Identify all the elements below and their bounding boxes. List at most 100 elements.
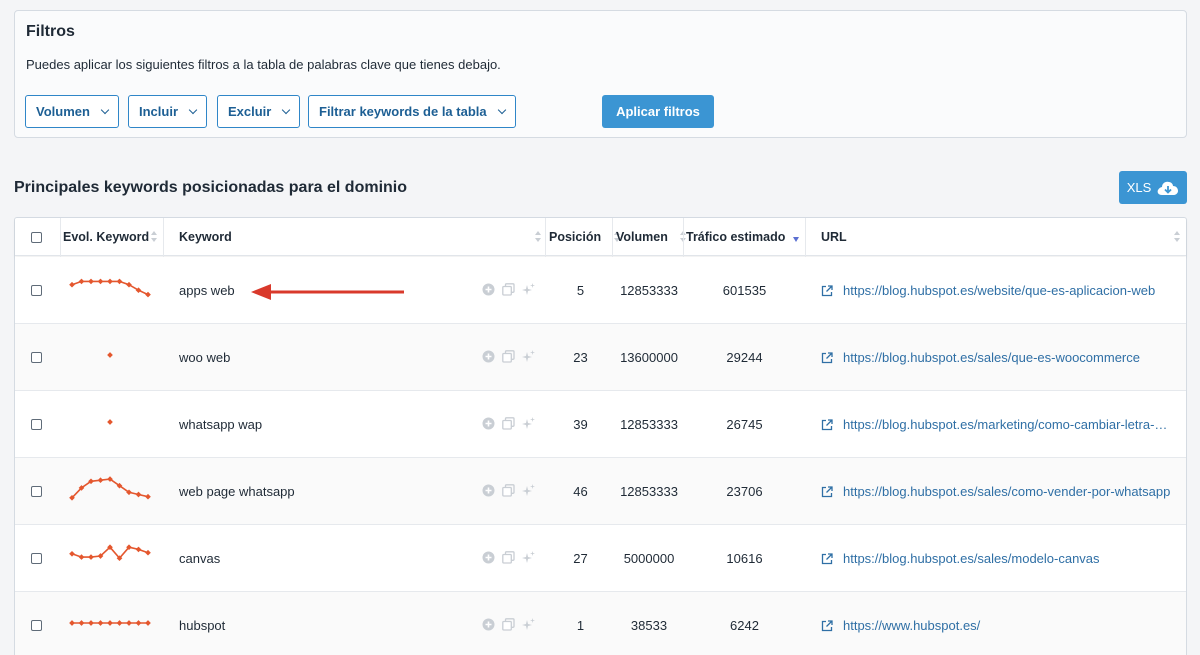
row-select-cell bbox=[31, 458, 42, 525]
add-icon[interactable] bbox=[482, 417, 495, 430]
add-icon[interactable] bbox=[482, 551, 495, 564]
traffic-value: 601535 bbox=[722, 283, 767, 298]
external-link-icon[interactable] bbox=[821, 619, 833, 632]
url-cell[interactable]: https://blog.hubspot.es/website/que-es-a… bbox=[821, 257, 1184, 324]
keyword-cell[interactable]: hubspot bbox=[179, 592, 225, 655]
url-link[interactable]: https://blog.hubspot.es/marketing/como-c… bbox=[843, 417, 1167, 432]
col-volume[interactable]: Volumen bbox=[616, 218, 686, 256]
traffic-value: 10616 bbox=[726, 551, 763, 566]
section-title: Principales keywords posicionadas para e… bbox=[14, 179, 408, 196]
keyword-actions bbox=[482, 417, 535, 430]
trend-point bbox=[97, 476, 104, 483]
url-cell[interactable]: https://www.hubspot.es/ bbox=[821, 592, 1184, 655]
keyword-text: whatsapp wap bbox=[179, 417, 263, 432]
copy-icon[interactable] bbox=[502, 484, 515, 497]
volume-cell: 12853333 bbox=[616, 391, 682, 458]
col-keyword-label: Keyword bbox=[179, 230, 232, 244]
traffic-cell: 10616 bbox=[686, 525, 803, 592]
col-keyword[interactable]: Keyword bbox=[179, 218, 545, 256]
table-row: woo web 23 13600000 29244 https://blog.hubsp… bbox=[15, 324, 1186, 391]
copy-icon[interactable] bbox=[502, 551, 515, 564]
keyword-text: woo web bbox=[179, 350, 231, 365]
col-url[interactable]: URL bbox=[821, 218, 1184, 256]
annotation-arrow bbox=[251, 284, 404, 300]
col-traffic[interactable]: Tráfico estimado bbox=[686, 218, 803, 256]
trend-point bbox=[107, 418, 113, 425]
table-row: web page whatsapp 46 12853333 23706 https://… bbox=[15, 458, 1186, 525]
volume-cell: 38533 bbox=[616, 592, 682, 655]
add-icon[interactable] bbox=[482, 350, 495, 363]
select-all-cell bbox=[31, 218, 42, 256]
url-link[interactable]: https://blog.hubspot.es/website/que-es-a… bbox=[843, 283, 1155, 298]
sparkle-icon[interactable] bbox=[522, 350, 535, 363]
apply-filters-button[interactable]: Aplicar filtros bbox=[602, 95, 714, 128]
external-link-icon[interactable] bbox=[821, 284, 833, 297]
url-link[interactable]: https://blog.hubspot.es/sales/que-es-woo… bbox=[843, 350, 1140, 365]
volume-cell: 12853333 bbox=[616, 257, 682, 324]
url-link[interactable]: https://blog.hubspot.es/sales/como-vende… bbox=[843, 484, 1170, 499]
copy-icon[interactable] bbox=[502, 618, 515, 631]
add-icon[interactable] bbox=[482, 484, 495, 497]
trend-point bbox=[69, 281, 75, 288]
keyword-cell[interactable]: web page whatsapp bbox=[179, 458, 295, 525]
row-select-cell bbox=[31, 324, 42, 391]
volume-cell: 12853333 bbox=[616, 458, 682, 525]
keyword-actions bbox=[482, 618, 535, 631]
url-link[interactable]: https://www.hubspot.es/ bbox=[843, 618, 980, 633]
copy-icon[interactable] bbox=[502, 350, 515, 363]
row-checkbox[interactable] bbox=[31, 285, 42, 296]
add-icon[interactable] bbox=[482, 283, 495, 296]
excluir-filter-label: Excluir bbox=[228, 104, 272, 119]
keyword-cell[interactable]: apps web bbox=[179, 257, 235, 324]
sparkle-icon[interactable] bbox=[522, 417, 535, 430]
external-link-icon[interactable] bbox=[821, 552, 833, 565]
url-link[interactable]: https://blog.hubspot.es/sales/modelo-can… bbox=[843, 551, 1100, 566]
row-checkbox[interactable] bbox=[31, 419, 42, 430]
col-evol-keyword[interactable]: Evol. Keyword bbox=[63, 218, 161, 256]
keyword-text: hubspot bbox=[179, 618, 226, 633]
url-cell[interactable]: https://blog.hubspot.es/sales/que-es-woo… bbox=[821, 324, 1184, 391]
sparkle-icon[interactable] bbox=[522, 484, 535, 497]
url-cell[interactable]: https://blog.hubspot.es/sales/como-vende… bbox=[821, 458, 1184, 525]
trend-sparkline bbox=[107, 418, 113, 425]
url-cell[interactable]: https://blog.hubspot.es/sales/modelo-can… bbox=[821, 525, 1184, 592]
position-cell: 5 bbox=[549, 257, 612, 324]
trend-sparkline bbox=[69, 475, 151, 501]
row-checkbox[interactable] bbox=[31, 486, 42, 497]
copy-icon[interactable] bbox=[502, 283, 515, 296]
external-link-icon[interactable] bbox=[821, 351, 833, 364]
row-checkbox[interactable] bbox=[31, 620, 42, 631]
sort-icon bbox=[1174, 231, 1180, 243]
copy-icon[interactable] bbox=[502, 417, 515, 430]
excluir-filter-button[interactable]: Excluir bbox=[217, 95, 301, 128]
trend-point bbox=[107, 619, 113, 626]
keyword-cell[interactable]: canvas bbox=[179, 525, 220, 592]
row-checkbox[interactable] bbox=[31, 553, 42, 564]
position-cell: 39 bbox=[549, 391, 612, 458]
incluir-filter-button[interactable]: Incluir bbox=[128, 95, 208, 128]
sparkle-icon[interactable] bbox=[522, 551, 535, 564]
external-link-icon[interactable] bbox=[821, 485, 833, 498]
col-position[interactable]: Posición bbox=[549, 218, 620, 256]
keyword-cell[interactable]: woo web bbox=[179, 324, 230, 391]
traffic-cell: 26745 bbox=[686, 391, 803, 458]
position-value: 1 bbox=[576, 618, 585, 633]
row-checkbox[interactable] bbox=[31, 352, 42, 363]
keyword-actions bbox=[482, 551, 535, 564]
sparkle-icon[interactable] bbox=[522, 618, 535, 631]
xls-export-button[interactable]: XLS bbox=[1119, 171, 1187, 204]
trend-point bbox=[126, 619, 132, 626]
add-icon[interactable] bbox=[482, 618, 495, 631]
volumen-filter-button[interactable]: Volumen bbox=[25, 95, 119, 128]
trend-point bbox=[97, 278, 104, 284]
external-link-icon[interactable] bbox=[821, 418, 833, 431]
trend-point bbox=[107, 278, 113, 284]
select-all-checkbox[interactable] bbox=[31, 231, 42, 243]
trend-point bbox=[69, 550, 75, 557]
keyword-cell[interactable]: whatsapp wap bbox=[179, 391, 262, 458]
row-select-cell bbox=[31, 592, 42, 655]
url-cell[interactable]: https://blog.hubspot.es/marketing/como-c… bbox=[821, 391, 1184, 458]
sparkle-icon[interactable] bbox=[522, 283, 535, 296]
filtrar-keywords-button[interactable]: Filtrar keywords de la tabla bbox=[308, 95, 516, 128]
row-select-cell bbox=[31, 391, 42, 458]
